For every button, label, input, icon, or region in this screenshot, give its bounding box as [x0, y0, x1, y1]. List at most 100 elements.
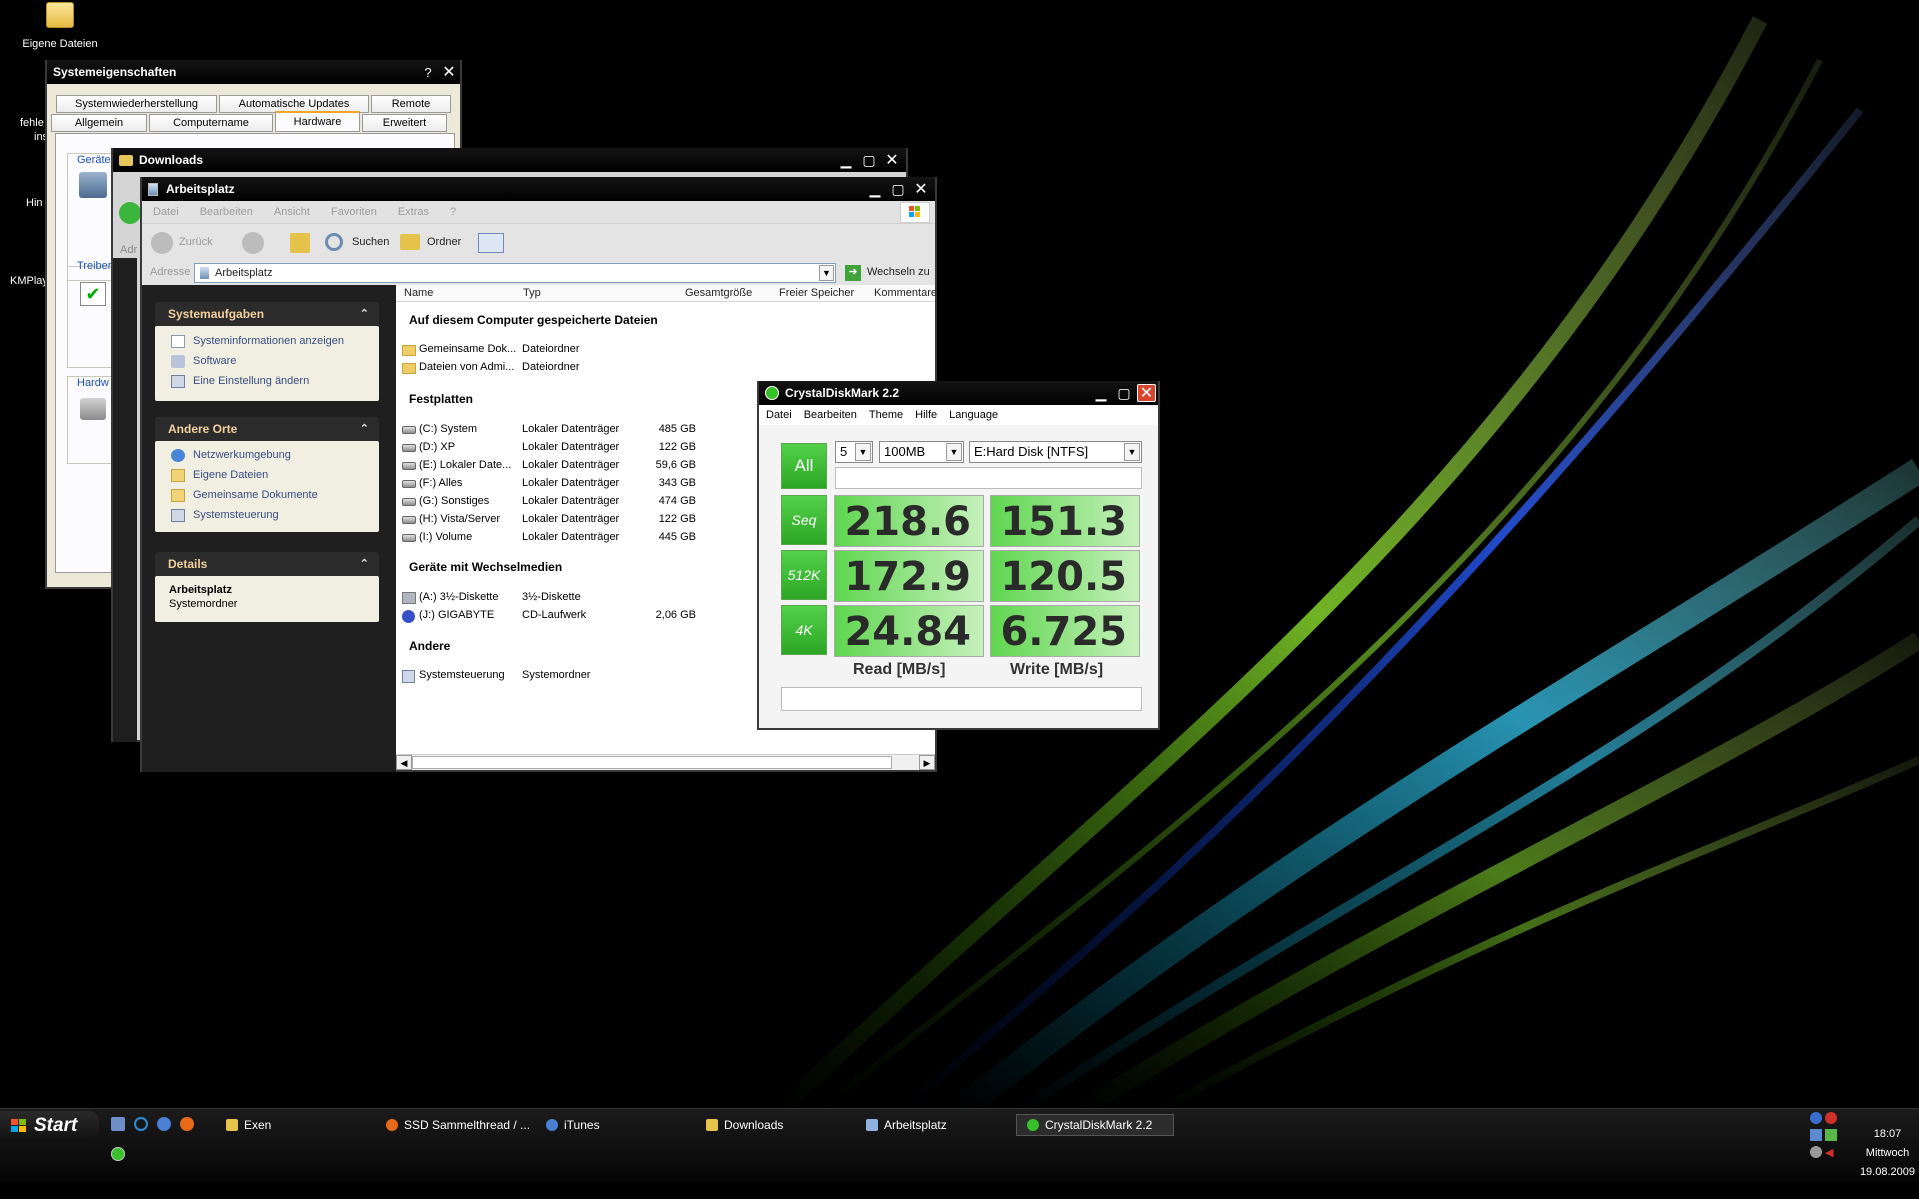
- folders-button[interactable]: Ordner: [427, 236, 461, 248]
- horizontal-scrollbar[interactable]: ◀ ▶: [396, 754, 935, 770]
- taskbar-button[interactable]: Exen: [226, 1114, 376, 1136]
- link-my-documents[interactable]: Eigene Dateien: [193, 469, 268, 481]
- link-system-info[interactable]: Systeminformationen anzeigen: [193, 335, 344, 347]
- quicklaunch-ie-icon[interactable]: [134, 1117, 148, 1131]
- folder-up-icon[interactable]: [290, 233, 310, 253]
- taskbar-button[interactable]: Downloads: [706, 1114, 856, 1136]
- link-software[interactable]: Software: [193, 355, 236, 367]
- run-all-button[interactable]: All: [781, 443, 827, 489]
- link-network[interactable]: Netzwerkumgebung: [193, 449, 291, 461]
- menu-theme[interactable]: Theme: [869, 409, 903, 421]
- run-4k-button[interactable]: 4K: [781, 605, 827, 655]
- list-item[interactable]: Gemeinsame Dok... Dateiordner: [400, 342, 760, 358]
- crystaldiskmark-window[interactable]: CrystalDiskMark 2.2 ▁ ▢ ✕ Datei Bearbeit…: [757, 381, 1160, 730]
- column-header-total-size[interactable]: Gesamtgröße: [685, 287, 752, 299]
- view-grid-icon[interactable]: [478, 233, 504, 253]
- collapse-chevron-icon[interactable]: ⌃: [360, 557, 369, 570]
- list-item[interactable]: (E:) Lokaler Date... Lokaler Datenträger 5…: [400, 458, 760, 474]
- menu-edit[interactable]: Bearbeiten: [804, 409, 857, 421]
- tab-computer-name[interactable]: Computername: [149, 114, 273, 132]
- test-size-select[interactable]: 100MB ▼: [879, 441, 964, 463]
- close-button[interactable]: ✕: [439, 63, 459, 81]
- address-input[interactable]: Arbeitsplatz ▼: [194, 263, 836, 283]
- title-bar[interactable]: Downloads: [113, 148, 906, 172]
- tray-network-icon[interactable]: [1810, 1129, 1822, 1141]
- tab-hardware[interactable]: Hardware: [275, 111, 360, 132]
- menu-view[interactable]: Ansicht: [274, 206, 310, 218]
- tray-antivirus-icon[interactable]: [1825, 1112, 1837, 1124]
- taskbar-button[interactable]: Arbeitsplatz: [866, 1114, 1016, 1136]
- link-control-panel[interactable]: Systemsteuerung: [193, 509, 279, 521]
- drive-select[interactable]: E:Hard Disk [NTFS] ▼: [969, 441, 1142, 463]
- details-header[interactable]: Details ⌃: [155, 552, 379, 576]
- menu-favorites[interactable]: Favoriten: [331, 206, 377, 218]
- quicklaunch-firefox-icon[interactable]: [180, 1117, 194, 1131]
- tab-advanced[interactable]: Erweitert: [362, 114, 447, 132]
- scroll-right-icon[interactable]: ▶: [919, 755, 935, 770]
- menu-file[interactable]: Datei: [766, 409, 792, 421]
- tab-general[interactable]: Allgemein: [51, 114, 147, 132]
- menu-help[interactable]: Hilfe: [915, 409, 937, 421]
- quicklaunch-crystaldiskmark-icon[interactable]: [111, 1147, 125, 1161]
- minimize-button[interactable]: ▁: [836, 151, 856, 169]
- column-header-free-space[interactable]: Freier Speicher: [779, 287, 854, 299]
- link-change-setting[interactable]: Eine Einstellung ändern: [193, 375, 309, 387]
- clock-day[interactable]: Mittwoch: [1855, 1147, 1919, 1159]
- link-shared-documents[interactable]: Gemeinsame Dokumente: [193, 489, 318, 501]
- list-item[interactable]: (C:) System Lokaler Datenträger 485 GB: [400, 422, 760, 438]
- go-button[interactable]: Wechseln zu: [867, 266, 930, 278]
- minimize-button[interactable]: ▁: [1091, 384, 1111, 402]
- taskbar-button[interactable]: SSD Sammelthread / ...: [386, 1114, 536, 1136]
- list-item[interactable]: (I:) Volume Lokaler Datenträger 445 GB: [400, 530, 760, 546]
- menu-tools[interactable]: Extras: [398, 206, 429, 218]
- tray-icon[interactable]: [1810, 1146, 1822, 1158]
- maximize-button[interactable]: ▢: [888, 180, 908, 198]
- tray-icon[interactable]: [1810, 1112, 1822, 1124]
- system-tasks-header[interactable]: Systemaufgaben ⌃: [155, 302, 379, 326]
- maximize-button[interactable]: ▢: [859, 151, 879, 169]
- folders-icon[interactable]: [400, 234, 420, 250]
- menu-language[interactable]: Language: [949, 409, 998, 421]
- clock-date[interactable]: 19.08.2009: [1850, 1166, 1915, 1178]
- list-item[interactable]: (J:) GIGABYTE CD-Laufwerk 2,06 GB: [400, 608, 760, 624]
- tray-nvidia-icon[interactable]: [1825, 1129, 1837, 1141]
- taskbar-button[interactable]: CrystalDiskMark 2.2: [1016, 1114, 1174, 1136]
- collapse-chevron-icon[interactable]: ⌃: [360, 422, 369, 435]
- other-places-header[interactable]: Andere Orte ⌃: [155, 417, 379, 441]
- list-item[interactable]: (F:) Alles Lokaler Datenträger 343 GB: [400, 476, 760, 492]
- run-seq-button[interactable]: Seq: [781, 495, 827, 545]
- tray-volume-icon[interactable]: ◀: [1825, 1146, 1837, 1159]
- help-button[interactable]: ?: [418, 63, 438, 81]
- quicklaunch-desktop-icon[interactable]: [111, 1117, 125, 1131]
- list-item[interactable]: (H:) Vista/Server Lokaler Datenträger 122 …: [400, 512, 760, 528]
- clock-time[interactable]: 18:07: [1865, 1128, 1910, 1140]
- list-item[interactable]: (A:) 3½-Diskette 3½-Diskette: [400, 590, 760, 606]
- desktop-icon-my-documents[interactable]: Eigene Dateien: [18, 2, 102, 50]
- back-arrow-icon[interactable]: [151, 232, 173, 254]
- close-button[interactable]: ✕: [882, 151, 902, 169]
- column-header-comments[interactable]: Kommentare: [874, 287, 937, 299]
- forward-arrow-icon[interactable]: [242, 232, 264, 254]
- run-512k-button[interactable]: 512K: [781, 550, 827, 600]
- column-header-name[interactable]: Name: [404, 287, 433, 299]
- title-bar[interactable]: Systemeigenschaften: [47, 60, 460, 84]
- back-button-label[interactable]: Zurück: [179, 236, 213, 248]
- list-item[interactable]: Systemsteuerung Systemordner: [400, 668, 760, 684]
- menu-edit[interactable]: Bearbeiten: [200, 206, 253, 218]
- comment-field[interactable]: [781, 687, 1142, 711]
- back-arrow-icon[interactable]: [119, 202, 141, 224]
- search-button[interactable]: Suchen: [352, 236, 389, 248]
- taskbar-button[interactable]: iTunes: [546, 1114, 696, 1136]
- quicklaunch-itunes-icon[interactable]: [157, 1117, 171, 1131]
- scroll-thumb[interactable]: [412, 756, 892, 769]
- start-button[interactable]: Start: [0, 1111, 99, 1141]
- column-header-type[interactable]: Typ: [523, 287, 541, 299]
- search-icon[interactable]: [325, 233, 343, 251]
- close-button[interactable]: ✕: [911, 180, 931, 198]
- close-button[interactable]: ✕: [1137, 384, 1156, 402]
- tab-remote[interactable]: Remote: [371, 95, 451, 113]
- menu-file[interactable]: Datei: [153, 206, 179, 218]
- list-item[interactable]: (G:) Sonstiges Lokaler Datenträger 474 GB: [400, 494, 760, 510]
- list-item[interactable]: Dateien von Admi... Dateiordner: [400, 360, 760, 376]
- collapse-chevron-icon[interactable]: ⌃: [360, 307, 369, 320]
